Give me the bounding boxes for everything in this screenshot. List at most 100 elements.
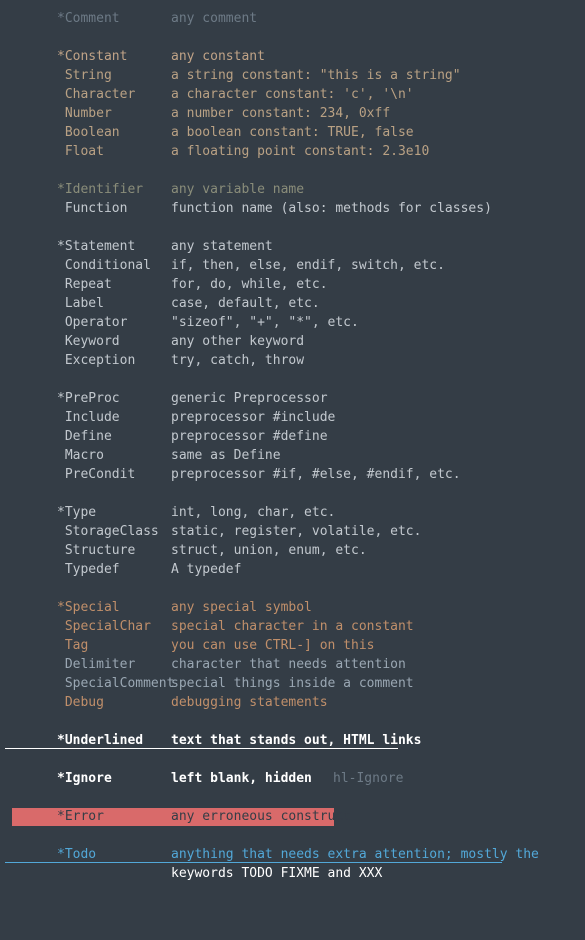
- group-name: Debug: [57, 695, 104, 710]
- group-desc: a character constant: 'c', '\n': [171, 87, 414, 102]
- spacer-before-error: [0, 788, 585, 807]
- row-identifier-1: Function function name (also: methods for…: [0, 199, 585, 218]
- row-ignore: *Ignore left blank, hidden hl-Ignore: [0, 769, 585, 788]
- group-name: *PreProc: [57, 391, 120, 406]
- row-underlined: *Underlined text that stands out, HTML l…: [0, 731, 585, 750]
- group-name: String: [57, 68, 112, 83]
- group-desc: a number constant: 234, 0xff: [171, 106, 391, 121]
- spacer-before-statement: [0, 218, 585, 237]
- group-name: *Identifier: [57, 182, 144, 197]
- row-type-3: Typedef A typedef: [0, 560, 585, 579]
- syntax-groups-container: *Comment any comment *Constant any constant…: [0, 9, 585, 712]
- group-desc: A typedef: [171, 562, 242, 577]
- group-name: *Comment: [57, 11, 120, 26]
- group-desc: any statement: [171, 239, 273, 254]
- top-spacer: [0, 0, 585, 9]
- group-name: Delimiter: [57, 657, 136, 672]
- group-desc-underlined: text that stands out, HTML links: [171, 733, 422, 748]
- group-name: *Special: [57, 600, 120, 615]
- group-name: Number: [57, 106, 112, 121]
- row-preproc-2: Define preprocessor #define: [0, 427, 585, 446]
- group-name: Repeat: [57, 277, 112, 292]
- row-special-0: *Special any special symbol: [0, 598, 585, 617]
- group-desc: generic Preprocessor: [171, 391, 328, 406]
- row-special-5: Debug debugging statements: [0, 693, 585, 712]
- group-name: Include: [57, 410, 120, 425]
- row-todo-continuation: keywords TODO FIXME and XXX: [0, 864, 585, 883]
- group-desc: any constant: [171, 49, 265, 64]
- row-special-2: Tag you can use CTRL-] on this: [0, 636, 585, 655]
- group-desc: character that needs attention: [171, 657, 406, 672]
- group-name: Define: [57, 429, 112, 444]
- group-name: *Type: [57, 505, 97, 520]
- group-name: *Constant: [57, 49, 128, 64]
- spacer-before-underlined: [0, 712, 585, 731]
- group-desc: preprocessor #if, #else, #endif, etc.: [171, 467, 461, 482]
- row-preproc-0: *PreProc generic Preprocessor: [0, 389, 585, 408]
- row-special-3: Delimiter character that needs attention: [0, 655, 585, 674]
- group-desc: a boolean constant: TRUE, false: [171, 125, 414, 140]
- row-special-4: SpecialComment special things inside a co…: [0, 674, 585, 693]
- row-constant-4: Boolean a boolean constant: TRUE, false: [0, 123, 585, 142]
- group-name: PreCondit: [57, 467, 136, 482]
- row-preproc-1: Include preprocessor #include: [0, 408, 585, 427]
- group-name: Keyword: [57, 334, 120, 349]
- row-statement-1: Conditional if, then, else, endif, switch…: [0, 256, 585, 275]
- group-name-error: *Error: [57, 809, 104, 824]
- group-desc: try, catch, throw: [171, 353, 305, 368]
- row-statement-6: Exception try, catch, throw: [0, 351, 585, 370]
- group-desc: any variable name: [171, 182, 305, 197]
- group-desc: any comment: [171, 11, 258, 26]
- group-desc: special character in a constant: [171, 619, 414, 634]
- group-name: Macro: [57, 448, 104, 463]
- group-name-ignore: *Ignore: [57, 771, 112, 786]
- group-name: Boolean: [57, 125, 120, 140]
- row-type-1: StorageClass static, register, volatile, …: [0, 522, 585, 541]
- group-desc-error: any erroneous construct: [171, 809, 352, 824]
- group-desc: preprocessor #include: [171, 410, 336, 425]
- group-desc: same as Define: [171, 448, 281, 463]
- group-name-underlined: *Underlined: [57, 733, 144, 748]
- group-name: Exception: [57, 353, 136, 368]
- row-special-1: SpecialChar special character in a consta…: [0, 617, 585, 636]
- group-desc-ignore: left blank, hidden: [171, 771, 312, 786]
- spacer-before-todo: [0, 826, 585, 845]
- row-type-2: Structure struct, union, enum, etc.: [0, 541, 585, 560]
- row-todo: *Todo anything that needs extra attentio…: [0, 845, 585, 864]
- row-constant-2: Character a character constant: 'c', '\n': [0, 85, 585, 104]
- row-constant-1: String a string constant: "this is a stri…: [0, 66, 585, 85]
- group-desc: you can use CTRL-] on this: [171, 638, 375, 653]
- row-constant-5: Float a floating point constant: 2.3e10: [0, 142, 585, 161]
- spacer-before-type: [0, 484, 585, 503]
- row-comment-0: *Comment any comment: [0, 9, 585, 28]
- group-name-todo: *Todo: [57, 847, 97, 862]
- row-statement-0: *Statement any statement: [0, 237, 585, 256]
- group-desc: a string constant: "this is a string": [171, 68, 461, 83]
- group-name: Conditional: [57, 258, 151, 273]
- group-desc: int, long, char, etc.: [171, 505, 336, 520]
- spacer-before-identifier: [0, 161, 585, 180]
- group-name: SpecialComment: [57, 676, 175, 691]
- group-name: Operator: [57, 315, 128, 330]
- row-error: *Error any erroneous construct: [0, 807, 585, 826]
- group-name: Tag: [57, 638, 89, 653]
- group-desc: debugging statements: [171, 695, 328, 710]
- group-desc: struct, union, enum, etc.: [171, 543, 367, 558]
- group-name: *Statement: [57, 239, 136, 254]
- row-constant-0: *Constant any constant: [0, 47, 585, 66]
- spacer-before-special: [0, 579, 585, 598]
- row-identifier-0: *Identifier any variable name: [0, 180, 585, 199]
- row-statement-5: Keyword any other keyword: [0, 332, 585, 351]
- group-name: Label: [57, 296, 104, 311]
- group-name: Structure: [57, 543, 136, 558]
- group-name: Float: [57, 144, 104, 159]
- group-name: Typedef: [57, 562, 120, 577]
- row-statement-2: Repeat for, do, while, etc.: [0, 275, 585, 294]
- group-desc: static, register, volatile, etc.: [171, 524, 422, 539]
- group-desc: case, default, etc.: [171, 296, 320, 311]
- group-desc: a floating point constant: 2.3e10: [171, 144, 430, 159]
- group-name: StorageClass: [57, 524, 159, 539]
- row-preproc-4: PreCondit preprocessor #if, #else, #endif…: [0, 465, 585, 484]
- group-desc: for, do, while, etc.: [171, 277, 328, 292]
- row-constant-3: Number a number constant: 234, 0xff: [0, 104, 585, 123]
